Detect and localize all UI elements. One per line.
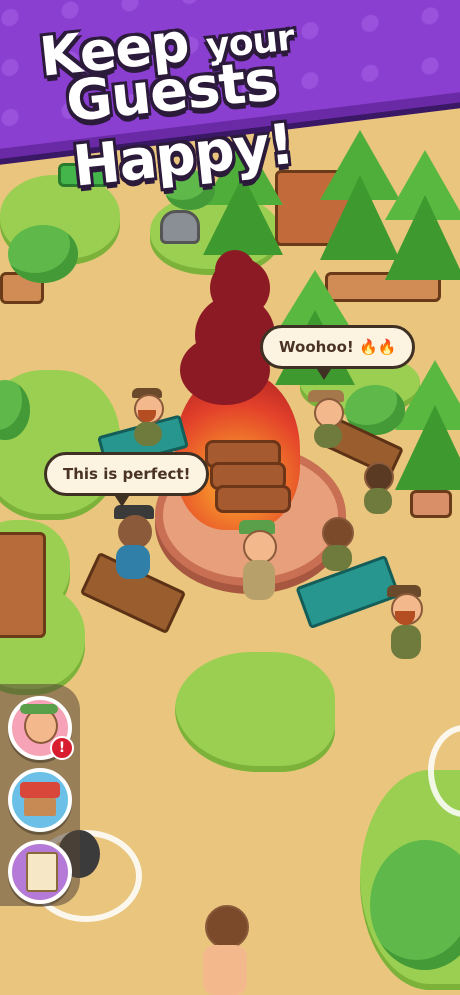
guest-character[interactable] <box>108 505 158 585</box>
guest-profile-button[interactable]: ! <box>8 696 74 760</box>
guest-character[interactable] <box>358 460 398 520</box>
firewood-log <box>215 485 291 513</box>
guest-character[interactable] <box>128 388 168 448</box>
shop-roof-icon <box>20 782 60 798</box>
grass-patch <box>175 652 335 772</box>
ranger-hat-icon <box>20 704 58 714</box>
guest-character[interactable] <box>195 905 255 995</box>
notice-board[interactable] <box>0 532 46 638</box>
ranger-character[interactable] <box>237 520 281 605</box>
guest-character[interactable] <box>308 390 348 450</box>
game-scene[interactable]: This is perfect! Woohoo! 🔥🔥 ! Keep your … <box>0 0 460 995</box>
rock <box>160 210 200 244</box>
checklist-icon <box>26 852 58 892</box>
guest-character[interactable] <box>383 585 428 665</box>
smoke-cloud <box>215 250 255 290</box>
speech-bubble-right: Woohoo! 🔥🔥 <box>260 325 416 380</box>
side-menu: ! <box>0 684 80 906</box>
shop-building-icon <box>24 798 56 816</box>
bush <box>8 225 78 283</box>
guest-character[interactable] <box>318 515 358 575</box>
pine-tree <box>380 150 460 290</box>
alert-badge: ! <box>50 736 74 760</box>
pine-tree <box>390 360 460 500</box>
smoke-cloud <box>180 335 270 405</box>
shop-button[interactable] <box>8 768 72 832</box>
quests-button[interactable] <box>8 840 72 904</box>
speech-bubble-left: This is perfect! <box>44 452 210 507</box>
